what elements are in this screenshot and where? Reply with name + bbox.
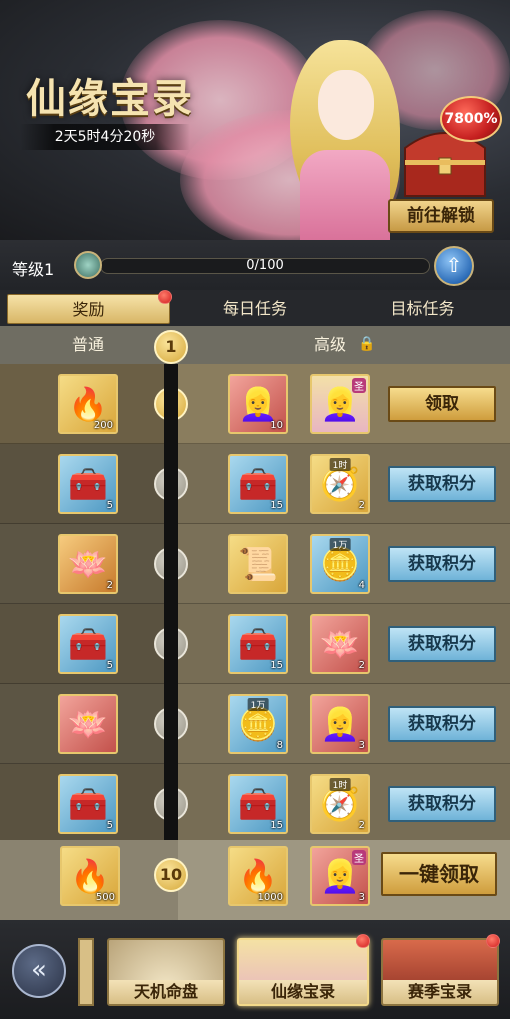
progress-spine: [164, 364, 178, 920]
scroll-icon: 📜: [238, 545, 278, 583]
reward-item[interactable]: 👱‍♀️ 10: [228, 374, 288, 434]
notification-dot: [356, 934, 370, 948]
claim-button[interactable]: 领取: [388, 386, 496, 422]
item-count: 200: [93, 420, 113, 431]
get-points-button[interactable]: 获取积分: [388, 466, 496, 502]
arrow-up-icon: ⇧: [445, 253, 463, 277]
tab-goal-tasks[interactable]: 目标任务: [345, 294, 500, 324]
item-tag: 1万: [247, 698, 269, 711]
reward-item[interactable]: 🪙 1万 8: [228, 694, 288, 754]
advanced-column-header: 高级: [314, 335, 347, 354]
level-node: 10: [154, 858, 188, 892]
nav-season[interactable]: 赛季宝录: [381, 938, 499, 1006]
level-up-button[interactable]: ⇧: [434, 246, 474, 286]
tab-daily-tasks[interactable]: 每日任务: [180, 294, 330, 324]
item-count: 15: [270, 660, 283, 671]
lock-icon: 🔒: [358, 336, 376, 352]
reward-item[interactable]: 🧭 1时 2: [310, 454, 370, 514]
claim-all-button[interactable]: 一键领取: [381, 852, 497, 896]
item-count: 500: [95, 892, 115, 903]
item-count: 10: [270, 420, 283, 431]
tab-rewards[interactable]: 奖励: [7, 294, 170, 324]
reward-item[interactable]: 🧰 5: [58, 614, 118, 674]
normal-column-header: 普通: [72, 335, 105, 354]
item-count: 1000: [257, 892, 283, 903]
saint-tag: 圣: [352, 850, 366, 865]
reward-item[interactable]: 🧰 5: [58, 774, 118, 834]
reward-item[interactable]: 🧰 5: [58, 454, 118, 514]
item-count: 4: [358, 580, 365, 591]
level-emblem-icon: [74, 251, 102, 279]
reward-item[interactable]: 🔥 200: [58, 374, 118, 434]
current-level-node: 1: [154, 330, 188, 364]
reward-item[interactable]: 🧰 15: [228, 454, 288, 514]
reward-item[interactable]: 🪙 1万 4: [310, 534, 370, 594]
item-count: 5: [106, 820, 113, 831]
nav-label: 赛季宝录: [383, 980, 497, 1004]
item-count: 15: [270, 820, 283, 831]
item-count: 2: [358, 660, 365, 671]
item-count: 2: [106, 580, 113, 591]
character-robe: [300, 150, 390, 240]
banner-title: 仙缘宝录: [26, 75, 194, 122]
nav-xianyuan[interactable]: 仙缘宝录: [237, 938, 369, 1006]
reward-item[interactable]: 🧭 1时 2: [310, 774, 370, 834]
unlock-button[interactable]: 前往解锁: [388, 199, 494, 233]
reward-item[interactable]: 📜: [228, 534, 288, 594]
back-button[interactable]: «: [12, 944, 66, 998]
item-tag: 1时: [329, 458, 351, 471]
notification-dot: [158, 290, 172, 304]
item-count: 8: [276, 740, 283, 751]
get-points-button[interactable]: 获取积分: [388, 706, 496, 742]
notification-dot: [486, 934, 500, 948]
reward-item[interactable]: 👱‍♀️ 圣: [310, 374, 370, 434]
reward-item[interactable]: 🔥 1000: [228, 846, 288, 906]
item-tag: 1时: [329, 778, 351, 791]
reward-item[interactable]: 🪷 2: [58, 534, 118, 594]
reward-item[interactable]: 👱‍♀️ 圣 3: [310, 846, 370, 906]
countdown-timer: 2天5时4分20秒: [20, 124, 190, 150]
item-count: 5: [106, 500, 113, 511]
reward-item[interactable]: 🪷: [58, 694, 118, 754]
nav-label: 天机命盘: [109, 980, 223, 1004]
item-count: 3: [358, 740, 365, 751]
item-count: 3: [358, 892, 365, 903]
character-face: [318, 70, 374, 140]
item-count: 2: [358, 500, 365, 511]
reward-item[interactable]: 🧰 15: [228, 614, 288, 674]
get-points-button[interactable]: 获取积分: [388, 626, 496, 662]
reward-item[interactable]: 🪷 2: [310, 614, 370, 674]
get-points-button[interactable]: 获取积分: [388, 546, 496, 582]
reward-item[interactable]: 🧰 15: [228, 774, 288, 834]
nav-card-edge: [78, 938, 94, 1006]
lotus-icon: 🪷: [68, 705, 108, 743]
nav-tianji[interactable]: 天机命盘: [107, 938, 225, 1006]
nav-label: 仙缘宝录: [239, 980, 367, 1004]
saint-tag: 圣: [352, 378, 366, 393]
back-icon: «: [31, 955, 47, 985]
get-points-button[interactable]: 获取积分: [388, 786, 496, 822]
level-label: 等级1: [12, 260, 55, 279]
reward-item[interactable]: 🔥 500: [60, 846, 120, 906]
item-count: 15: [270, 500, 283, 511]
bonus-badge: 7800%: [440, 96, 502, 142]
level-progress-text: 0/100: [246, 258, 284, 273]
reward-item[interactable]: 👱‍♀️ 3: [310, 694, 370, 754]
item-count: 5: [106, 660, 113, 671]
item-tag: 1万: [329, 538, 351, 551]
item-count: 2: [358, 820, 365, 831]
